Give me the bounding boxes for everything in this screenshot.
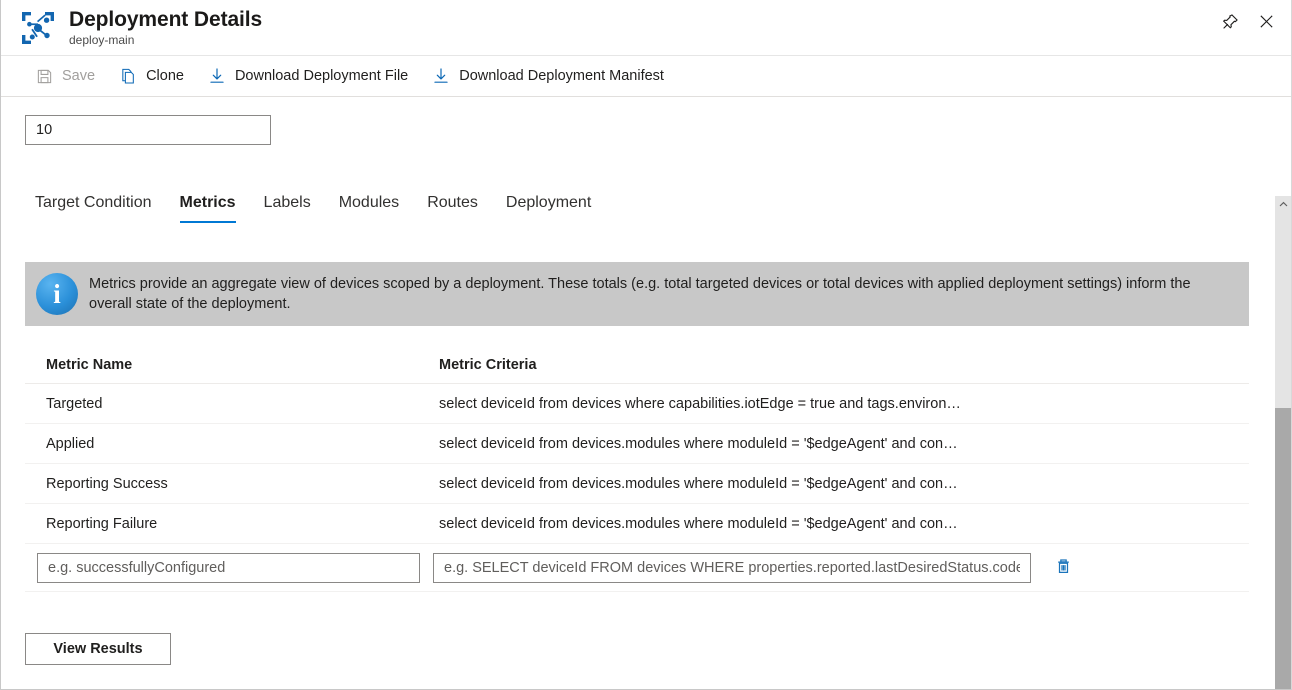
command-bar: Save Clone Download Deployment File [1,55,1291,97]
tab-modules[interactable]: Modules [325,194,413,223]
priority-input[interactable] [25,115,271,145]
cell-metric-name: Reporting Failure [25,516,439,532]
clone-label: Clone [146,68,184,84]
save-label: Save [62,68,95,84]
tab-label: Metrics [180,194,236,211]
cell-metric-criteria: select deviceId from devices where capab… [439,396,1249,412]
download-deployment-file-label: Download Deployment File [235,68,408,84]
delete-metric-button[interactable] [1047,552,1079,584]
download-deployment-manifest-button[interactable]: Download Deployment Manifest [420,56,676,96]
new-metric-row [25,544,1249,592]
column-header-metric-criteria: Metric Criteria [439,357,1249,373]
page-title: Deployment Details [69,8,262,32]
page-subtitle: deploy-main [69,33,262,48]
info-icon-glyph: i [36,273,78,315]
tab-label: Routes [427,194,478,211]
save-icon [35,67,53,85]
copy-icon [119,67,137,85]
cell-metric-criteria: select deviceId from devices.modules whe… [439,476,1249,492]
scrollbar-thumb[interactable] [1275,408,1291,689]
panel-content: Target Condition Metrics Labels Modules … [1,98,1267,689]
cell-metric-name: Reporting Success [25,476,439,492]
tab-labels[interactable]: Labels [250,194,325,223]
title-bar: Deployment Details deploy-main [1,0,1291,55]
table-row[interactable]: Applied select deviceId from devices.mod… [25,424,1249,464]
table-row[interactable]: Targeted select deviceId from devices wh… [25,384,1249,424]
column-header-metric-name: Metric Name [25,357,439,373]
vertical-scrollbar[interactable] [1269,196,1291,689]
table-row[interactable]: Reporting Success select deviceId from d… [25,464,1249,504]
info-banner-text: Metrics provide an aggregate view of dev… [89,262,1249,326]
cell-metric-criteria: select deviceId from devices.modules whe… [439,436,1249,452]
tab-metrics[interactable]: Metrics [166,194,250,223]
close-icon[interactable] [1251,6,1281,36]
pin-icon[interactable] [1215,6,1245,36]
panel-body: Target Condition Metrics Labels Modules … [1,98,1291,689]
title-block: Deployment Details deploy-main [69,8,262,48]
tab-label: Deployment [506,194,591,211]
deployment-details-panel: Deployment Details deploy-main [0,0,1292,690]
new-metric-name-input[interactable] [37,553,420,583]
tab-label: Modules [339,194,399,211]
new-metric-criteria-input[interactable] [433,553,1031,583]
chevron-up-icon[interactable] [1275,196,1291,213]
deployment-graph-icon [21,11,55,45]
title-bar-actions [1215,6,1281,36]
download-icon [208,67,226,85]
info-icon: i [25,262,89,326]
view-results-button[interactable]: View Results [25,633,171,665]
tab-deployment[interactable]: Deployment [492,194,605,223]
table-header-row: Metric Name Metric Criteria [25,346,1249,384]
info-banner: i Metrics provide an aggregate view of d… [25,262,1249,326]
metrics-table: Metric Name Metric Criteria Targeted sel… [25,346,1249,592]
tab-label: Labels [264,194,311,211]
tab-target-condition[interactable]: Target Condition [25,194,166,223]
download-deployment-manifest-label: Download Deployment Manifest [459,68,664,84]
save-button[interactable]: Save [23,56,107,96]
trash-icon [1054,557,1073,579]
tab-strip: Target Condition Metrics Labels Modules … [25,194,605,223]
clone-button[interactable]: Clone [107,56,196,96]
cell-metric-name: Targeted [25,396,439,412]
table-row[interactable]: Reporting Failure select deviceId from d… [25,504,1249,544]
tab-routes[interactable]: Routes [413,194,492,223]
cell-metric-name: Applied [25,436,439,452]
cell-metric-criteria: select deviceId from devices.modules whe… [439,516,1249,532]
tab-label: Target Condition [35,194,152,211]
download-deployment-file-button[interactable]: Download Deployment File [196,56,420,96]
download-icon [432,67,450,85]
